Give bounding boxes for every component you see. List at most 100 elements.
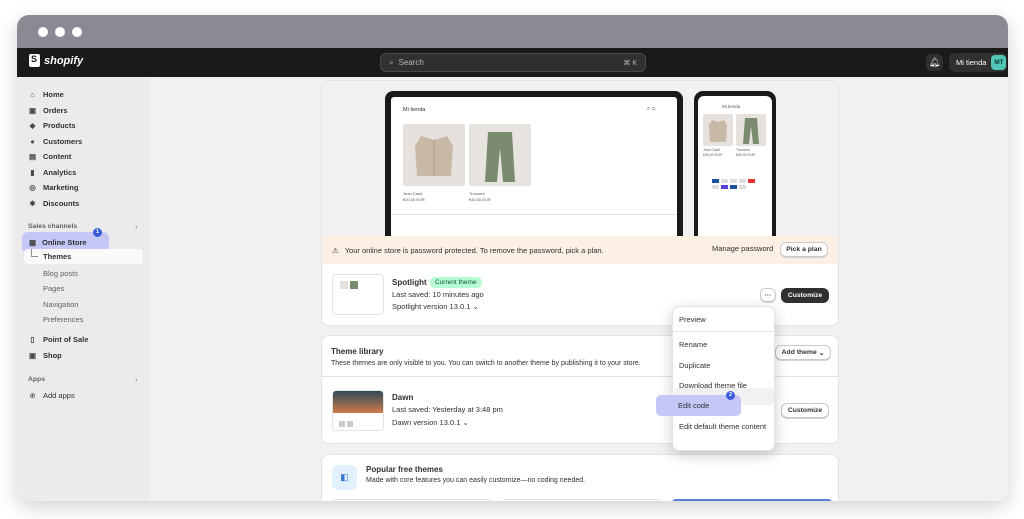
theme-library-title: Theme library [331,347,384,356]
sidebar-item-point-of-sale[interactable]: ▯ Point of Sale [23,332,143,347]
current-theme-last-saved: Last saved: 10 minutes ago [392,290,484,299]
notifications-bell-icon[interactable]: 🔔︎ [926,54,943,71]
pick-plan-button[interactable]: Pick a plan [780,242,828,257]
add-theme-button[interactable]: Add theme ⌄ [775,345,831,360]
manage-password-link[interactable]: Manage password [712,244,773,253]
dawn-thumbnail[interactable] [332,390,384,431]
sidebar-item-content[interactable]: ▤ Content [23,149,143,164]
dawn-version[interactable]: Dawn version 13.0.1 ⌄ [392,418,469,427]
sidebar-item-orders[interactable]: ▣ Orders [23,103,143,118]
thumb-product-1 [340,281,348,289]
sidebar-item-themes[interactable]: Themes [24,249,143,264]
point-of-sale-label: Point of Sale [43,335,89,344]
window-close-dot[interactable] [38,27,48,37]
phone-product-price-1: €20,00 EUR [703,153,723,157]
divider [391,214,677,215]
online-store-label: Online Store [42,238,87,247]
sidebar: ⌂ Home ▣ Orders ◆ Products ● Customers ▤ Content ▮… [17,77,150,501]
current-theme-card: Mi tienda ⌕ ◻ Jean Cardi €20,00 EUR Trou… [321,80,839,326]
step-badge-1: 1 [93,228,102,237]
sidebar-item-analytics[interactable]: ▮ Analytics [23,165,143,180]
theme-store-icon: ◧ [332,465,357,490]
person-icon: ● [30,137,35,146]
window-zoom-dot[interactable] [72,27,82,37]
add-apps-label: Add apps [43,391,75,400]
sidebar-item-customers[interactable]: ● Customers [23,134,143,149]
sidebar-item-label: Products [43,121,76,130]
customize-dawn-button[interactable]: Customize [781,403,829,418]
sidebar-item-home[interactable]: ⌂ Home [23,87,143,102]
divider [673,331,776,332]
phone-store-name: Mi tienda [722,104,741,109]
sidebar-item-add-apps[interactable]: ⊕ Add apps [23,388,143,403]
sidebar-item-products[interactable]: ◆ Products [23,118,143,133]
sidebar-item-blog-posts[interactable]: Blog posts [43,266,78,280]
menu-item-preview[interactable]: Preview [679,315,706,324]
step-badge-2: 2 [726,391,735,400]
chevron-right-icon[interactable]: › [135,375,138,384]
dawn-thumb-hero [333,391,383,413]
pos-icon: ▯ [30,335,35,344]
payment-icons [712,179,758,191]
brand-name: shopify [44,54,84,67]
sidebar-item-shop[interactable]: ▣ Shop [23,348,143,363]
more-actions-button[interactable]: ··· [760,288,776,302]
chevron-right-icon[interactable]: › [135,222,138,231]
search-placeholder: Search [398,58,424,67]
spotlight-thumbnail[interactable] [332,274,384,315]
customize-current-theme-button[interactable]: Customize [781,288,829,303]
menu-item-duplicate[interactable]: Duplicate [679,361,710,370]
desktop-preview[interactable]: Mi tienda ⌕ ◻ Jean Cardi €20,00 EUR Trou… [385,91,683,236]
sidebar-item-label: Orders [43,106,68,115]
popular-theme-tile[interactable] [502,499,662,501]
avatar: MT [991,55,1007,70]
phone-product-name-2: Trousers [736,148,750,152]
search-icon: ⌕ [389,57,394,67]
dawn-version-label: Dawn version 13.0.1 [392,418,461,427]
app-window: shopify ⌕ Search ⌘ K 🔔︎ Mi tienda MT ⌂ Ho… [17,15,1008,501]
sidebar-item-preferences[interactable]: Preferences [43,312,83,326]
product-price-1: €20,00 EUR [403,197,425,202]
current-theme-version[interactable]: Spotlight version 13.0.1 ⌄ [392,302,479,311]
search-shortcut: ⌘ K [623,59,637,67]
store-name: Mi tienda [956,58,987,67]
phone-product-name-1: Jean Cardi [703,148,720,152]
top-bar: shopify ⌕ Search ⌘ K 🔔︎ Mi tienda MT [17,48,1008,77]
sidebar-item-label: Discounts [43,199,80,208]
add-theme-label: Add theme [781,349,817,356]
theme-preview: Mi tienda ⌕ ◻ Jean Cardi €20,00 EUR Trou… [322,81,838,236]
sidebar-item-navigation[interactable]: Navigation [43,297,78,311]
tag-icon: ◆ [29,121,36,130]
phone-product-image-cardigan [703,114,733,146]
sidebar-item-discounts[interactable]: ✸ Discounts [23,196,143,211]
product-image-cardigan [403,124,465,186]
phone-screen: Mi tienda Jean Cardi €20,00 EUR Trousers… [698,96,772,236]
window-minimize-dot[interactable] [55,27,65,37]
popular-theme-tile[interactable] [332,499,492,501]
popular-themes-title: Popular free themes [366,465,443,474]
storefront-icon: ▦ [28,238,37,247]
sidebar-item-pages[interactable]: Pages [43,281,64,295]
store-menu-button[interactable]: Mi tienda MT [949,53,1007,72]
thumb-product-2 [350,281,358,289]
sidebar-item-marketing[interactable]: ◎ Marketing [23,180,143,195]
sidebar-item-label: Customers [43,137,83,146]
menu-item-edit-code[interactable]: Edit code [678,401,709,410]
shopify-logo[interactable]: shopify [29,54,83,67]
menu-item-edit-default-theme-content[interactable]: Edit default theme content [679,422,766,431]
search-input[interactable]: ⌕ Search ⌘ K [380,53,646,72]
mobile-preview[interactable]: Mi tienda Jean Cardi €20,00 EUR Trousers… [694,91,776,236]
sidebar-item-label: Analytics [43,168,77,177]
product-image-trousers [469,124,531,186]
theme-library-description: These themes are only visible to you. Yo… [331,360,641,367]
popular-theme-tile[interactable] [672,499,832,501]
product-name-2: Trousers [469,191,485,196]
discount-icon: ✸ [29,199,36,208]
menu-item-rename[interactable]: Rename [679,340,707,349]
popular-themes-description: Made with core features you can easily c… [366,477,586,484]
chevron-down-icon: ⌄ [818,349,825,357]
popular-themes-card: ◧ Popular free themes Made with core fea… [321,454,839,501]
home-icon: ⌂ [30,90,35,99]
window-titlebar [17,15,1008,48]
main-content: Mi tienda ⌕ ◻ Jean Cardi €20,00 EUR Trou… [150,77,1008,501]
